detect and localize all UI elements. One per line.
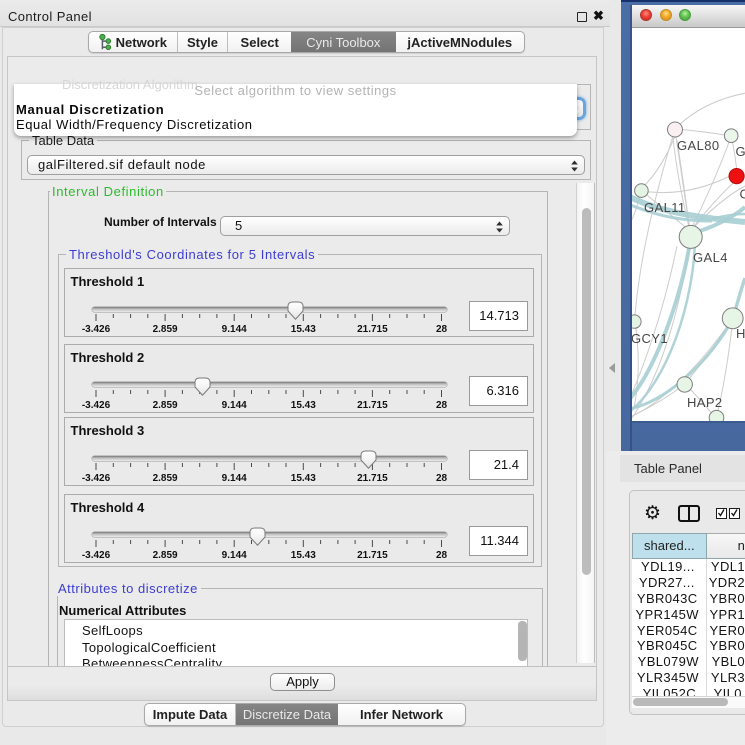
svg-text:C: C <box>740 187 745 202</box>
svg-text:GAL4: GAL4 <box>693 250 728 265</box>
svg-text:GA: GA <box>736 144 745 159</box>
svg-text:GAL11: GAL11 <box>644 200 686 215</box>
svg-text:GCY1: GCY1 <box>632 331 668 346</box>
svg-text:GAL80: GAL80 <box>677 138 719 153</box>
svg-text:HAP2: HAP2 <box>687 395 723 410</box>
svg-text:H: H <box>736 326 745 341</box>
